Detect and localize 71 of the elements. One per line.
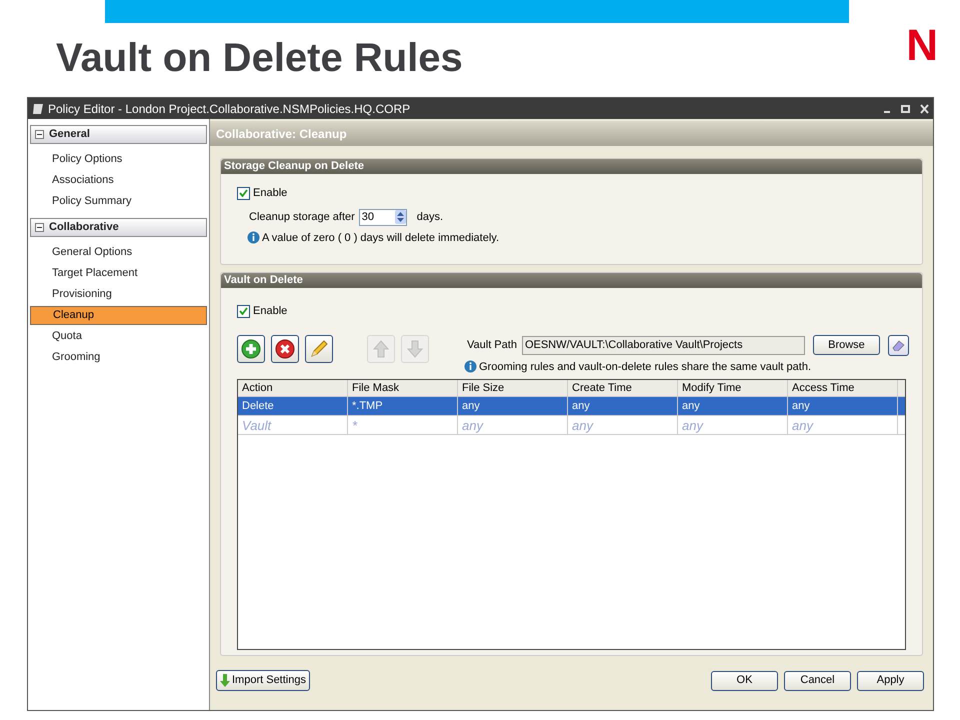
sidebar-item[interactable]: Provisioning — [30, 285, 207, 304]
table-row[interactable]: Delete *.TMP any any any any — [238, 397, 905, 416]
table-cell: any — [458, 416, 568, 434]
add-button[interactable] — [237, 334, 265, 362]
spinner-arrows-icon[interactable] — [394, 210, 406, 224]
group-header[interactable]: Collaborative — [30, 218, 207, 237]
add-icon — [240, 338, 262, 360]
table-cell: any — [678, 397, 788, 415]
sidebar-item[interactable]: General Options — [30, 243, 207, 262]
info-note: A value of zero ( 0 ) days will delete immediately. — [262, 230, 500, 246]
page-header: Collaborative: Cleanup — [210, 121, 933, 146]
info-note: Grooming rules and vault-on-delete rules share the same vault path. — [479, 360, 812, 374]
sidebar-item[interactable]: Quota — [30, 327, 207, 346]
down-arrow-icon — [404, 338, 426, 360]
sidebar-item[interactable]: Target Placement — [30, 264, 207, 283]
enable-checkbox[interactable] — [237, 186, 250, 200]
cleanup-label: Cleanup storage after — [249, 210, 355, 225]
sidebar-item[interactable]: Policy Summary — [30, 192, 207, 211]
table-cell: *.TMP — [348, 397, 458, 415]
remove-button[interactable] — [271, 334, 299, 362]
sidebar-item[interactable]: Cleanup — [30, 306, 207, 325]
table-cell: any — [568, 397, 678, 415]
remove-icon — [274, 338, 296, 360]
vault-path-label: Vault Path — [467, 338, 517, 353]
table-cell: * — [348, 416, 458, 434]
checkbox-label: Enable — [253, 304, 288, 319]
sidebar-item[interactable]: Grooming — [30, 348, 207, 367]
group-header[interactable]: General — [30, 125, 207, 144]
enable-checkbox[interactable] — [237, 304, 250, 318]
import-settings-button[interactable]: Import Settings — [216, 670, 310, 691]
days-spinner[interactable]: 30 — [358, 208, 407, 226]
table-cell: any — [788, 416, 898, 434]
window-title: Policy Editor - London Project.Collaborative.NSMPolicies.HQ.CORP — [48, 100, 410, 118]
table-cell: any — [678, 416, 788, 434]
table-cell: Vault — [238, 416, 348, 434]
sidebar-item[interactable]: Associations — [30, 171, 207, 190]
slide-title: Vault on Delete Rules — [56, 35, 463, 82]
panel-header: Storage Cleanup on Delete — [221, 159, 922, 174]
column-header: File Mask — [348, 380, 458, 396]
panel-header: Vault on Delete — [221, 273, 922, 288]
expander-icon — [35, 223, 44, 232]
sidebar-item[interactable]: Policy Options — [30, 150, 207, 169]
table-cell: any — [458, 397, 568, 415]
table-cell: any — [568, 416, 678, 434]
clear-path-button[interactable] — [888, 334, 909, 356]
pencil-icon — [308, 338, 330, 360]
column-header: Create Time — [568, 380, 678, 396]
dialog-button[interactable]: Cancel — [784, 670, 851, 690]
down-arrow-icon — [220, 674, 230, 687]
browse-button[interactable]: Browse — [812, 335, 880, 355]
column-header: File Size — [458, 380, 568, 396]
days-label: days. — [416, 210, 444, 225]
eraser-icon — [892, 340, 905, 350]
maximize-icon[interactable] — [901, 104, 910, 114]
logo: N — [906, 21, 938, 71]
column-header: Access Time — [788, 380, 898, 396]
up-arrow-icon — [370, 338, 392, 360]
table-cell: Delete — [238, 397, 348, 415]
edit-button[interactable] — [305, 334, 333, 362]
checkbox-label: Enable — [253, 186, 288, 201]
table-cell: any — [788, 397, 898, 415]
dialog-button[interactable]: OK — [711, 670, 778, 690]
scroll-icon — [32, 102, 44, 114]
dialog-button[interactable]: Apply — [857, 670, 924, 690]
column-header: Modify Time — [678, 380, 788, 396]
close-icon[interactable] — [920, 104, 929, 114]
info-icon — [464, 360, 477, 374]
column-header: Action — [238, 380, 348, 396]
expander-icon — [35, 130, 44, 139]
info-icon — [247, 231, 260, 244]
vault-path-field[interactable]: OESNW/VAULT:\Collaborative Vault\Projects — [522, 336, 805, 354]
